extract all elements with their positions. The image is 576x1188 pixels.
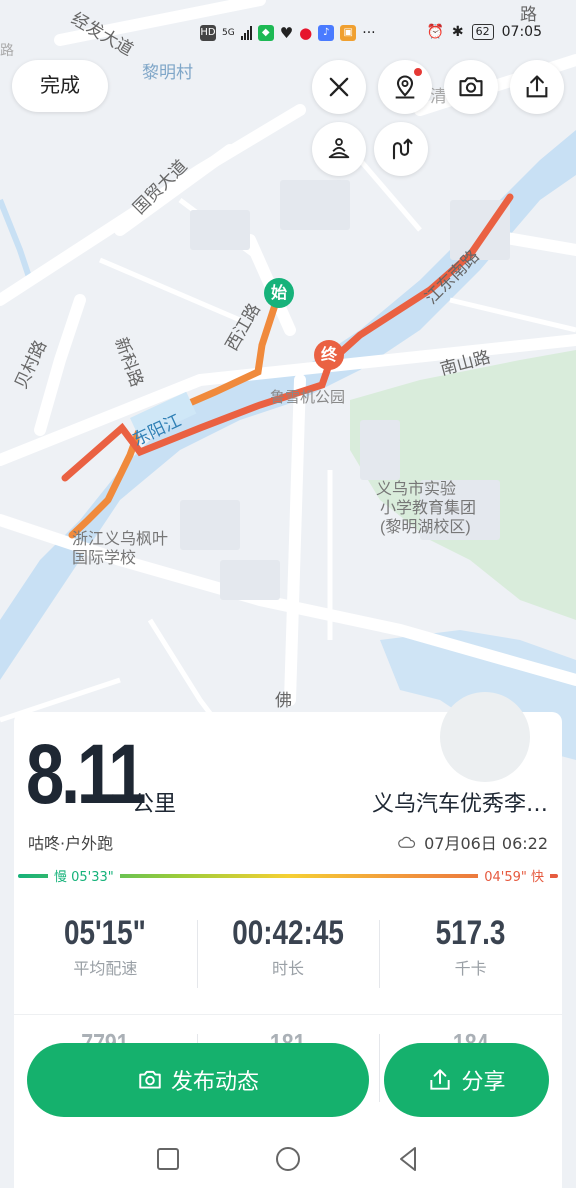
school-label-1b: 小学教育集团: [380, 499, 476, 517]
close-button[interactable]: [312, 60, 366, 114]
run-datetime: 07月06日 06:22: [398, 830, 548, 854]
hd-icon: HD: [200, 25, 216, 41]
stat-value: 05'15": [64, 914, 147, 952]
location-person-icon: [395, 75, 415, 99]
stat-calories: 517.3 千卡: [379, 914, 562, 994]
more-icon: ···: [362, 25, 376, 41]
status-left-icons: HD 5G ◆ ♥ ● ♪ ▣ ···: [200, 24, 376, 42]
school-label-1c: (黎明湖校区): [380, 518, 471, 536]
status-time: 07:05: [501, 24, 542, 40]
school-label-2b: 国际学校: [72, 549, 136, 567]
battery-indicator: 62: [471, 24, 494, 40]
end-marker: 终: [314, 340, 344, 370]
system-nav-bar: [0, 1130, 576, 1188]
signal-icon: [240, 26, 252, 40]
app2-icon: ▣: [340, 25, 357, 41]
location-name: 义乌汽车优秀李…: [371, 792, 548, 817]
music-icon: ♪: [318, 25, 335, 41]
distance-value: 8.11: [26, 727, 146, 821]
route-icon: [392, 138, 413, 160]
park-label: 鲁雪机公园: [270, 389, 345, 406]
alarm-icon: ⏰: [426, 24, 444, 40]
share-icon: [526, 75, 548, 98]
pace-slow-label: 慢 05'33": [48, 866, 120, 885]
share-label: 分享: [461, 1070, 506, 1095]
stats-row: 05'15" 平均配速 00:42:45 时长 517.3 千卡: [14, 914, 562, 994]
weibo-icon: ●: [299, 24, 313, 42]
status-bar: HD 5G ◆ ♥ ● ♪ ▣ ··· ⏰ ✱ 62 07:05: [0, 22, 576, 46]
stats-divider: [14, 1014, 562, 1015]
share-button[interactable]: 分享: [384, 1043, 549, 1117]
stat-duration: 00:42:45 时长: [196, 914, 380, 994]
route-button[interactable]: [374, 122, 428, 176]
source-label: 咕咚·户外跑: [28, 834, 114, 853]
stat-label: 千卡: [454, 959, 487, 978]
bluetooth-icon: ✱: [451, 24, 464, 40]
meditate-button[interactable]: [312, 122, 366, 176]
pace-fast-label: 04'59" 快: [478, 866, 550, 885]
stat-avg-pace: 05'15" 平均配速: [14, 914, 197, 994]
date-text: 07月06日 06:22: [424, 834, 548, 853]
network-5g-icon: 5G: [222, 28, 235, 38]
location-button[interactable]: [378, 60, 432, 114]
heart-icon: ♥: [279, 24, 294, 42]
village-label: 黎明村: [142, 63, 193, 82]
app-icon: ◆: [257, 25, 274, 41]
cloud-icon: [398, 836, 416, 848]
publish-label: 发布动态: [170, 1070, 259, 1095]
share-icon: [430, 1069, 451, 1090]
stat-label: 时长: [272, 959, 305, 978]
school-label-1a: 义乌市实验: [376, 480, 456, 498]
start-marker: 始: [264, 278, 294, 308]
stat-value: 00:42:45: [232, 914, 344, 952]
done-button[interactable]: 完成: [12, 60, 108, 112]
road-label-fo: 佛: [275, 691, 292, 710]
meditate-icon: [328, 138, 350, 159]
school-label-2a: 浙江义乌枫叶: [72, 530, 168, 548]
home-icon[interactable]: [273, 1144, 303, 1174]
camera-icon: [459, 77, 483, 97]
camera-icon: [139, 1070, 161, 1089]
publish-post-button[interactable]: 发布动态: [27, 1043, 369, 1117]
camera-button[interactable]: [444, 60, 498, 114]
stat-label: 平均配速: [73, 959, 138, 978]
back-icon[interactable]: [393, 1144, 423, 1174]
stat-value: 517.3: [435, 914, 506, 952]
notification-dot: [414, 68, 422, 76]
recent-apps-icon[interactable]: [153, 1144, 183, 1174]
distance-unit: 公里: [132, 792, 177, 817]
close-icon: [329, 77, 349, 97]
avatar[interactable]: [440, 692, 530, 782]
share-button-top[interactable]: [510, 60, 564, 114]
